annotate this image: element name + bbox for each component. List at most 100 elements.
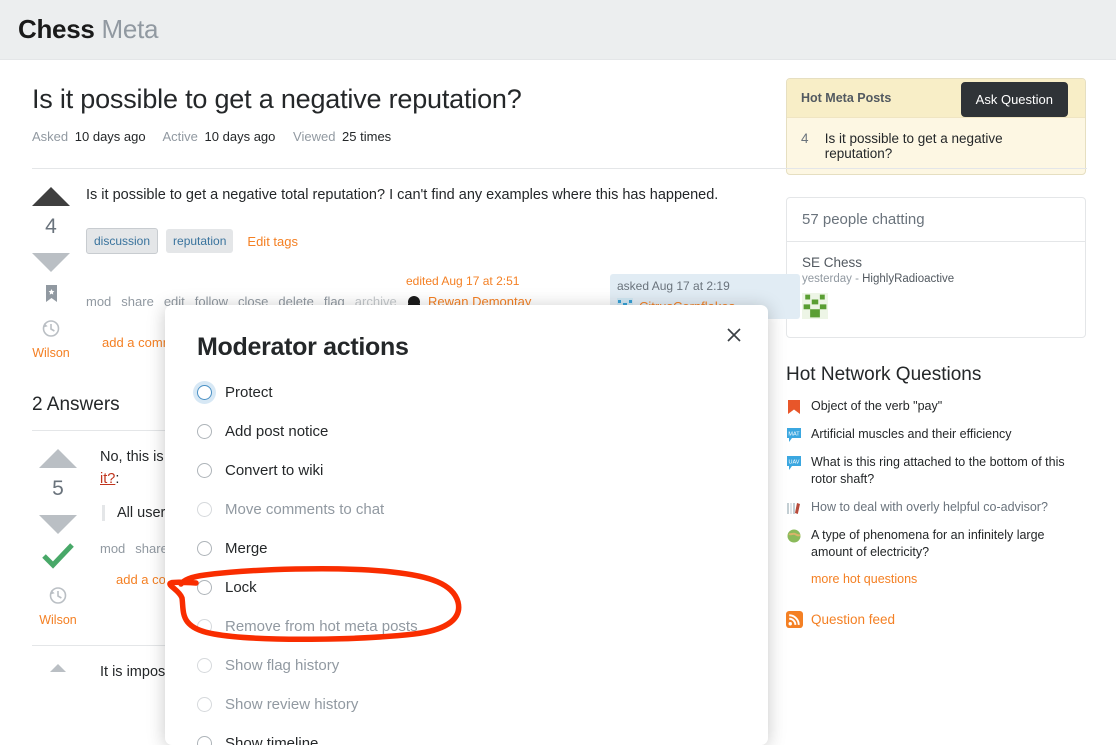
radio-icon [197, 619, 212, 634]
svg-text:MAT: MAT [788, 432, 800, 438]
close-icon[interactable] [726, 327, 748, 349]
chat-room-name[interactable]: SE Chess [802, 255, 1070, 270]
rss-icon [786, 610, 803, 628]
mod-option-label: Protect [225, 384, 273, 401]
mod-option-merge[interactable]: Merge [197, 540, 738, 557]
radio-icon[interactable] [197, 736, 212, 745]
downvote-arrow-icon[interactable] [32, 253, 70, 273]
stat-active-label: Active [162, 129, 198, 145]
chat-ago: yesterday [802, 273, 852, 285]
site-logo[interactable]: Chess Meta [18, 14, 158, 45]
radio-icon[interactable] [197, 424, 212, 439]
books-site-icon [787, 502, 800, 514]
hot-network-question-link[interactable]: A type of phenomena for an infinitely la… [811, 527, 1086, 561]
mod-option-convert-to-wiki[interactable]: Convert to wiki [197, 462, 738, 479]
stat-viewed-value: 25 times [342, 129, 392, 145]
mod-option-label: Show timeline [225, 735, 319, 745]
history-icon[interactable] [32, 585, 84, 610]
action-mod[interactable]: mod [86, 294, 111, 319]
hot-network-question-item[interactable]: MAT Artificial muscles and their efficie… [786, 426, 1086, 443]
mod-option-move-comments-to-chat: Move comments to chat [197, 501, 738, 518]
radio-icon[interactable] [197, 385, 212, 400]
mod-option-show-timeline[interactable]: Show timeline [197, 735, 738, 745]
mod-option-label: Remove from hot meta posts [225, 618, 418, 635]
answer-action-mod[interactable]: mod [100, 541, 125, 556]
dialog-title: Moderator actions [197, 333, 409, 361]
chat-box-body: SE Chess yesterday - HighlyRadioactive [787, 242, 1085, 337]
accepted-answer-check-icon[interactable] [32, 542, 84, 575]
answer-action-share[interactable]: share [135, 541, 168, 556]
mod-option-add-post-notice[interactable]: Add post notice [197, 423, 738, 440]
mod-option-label: Convert to wiki [225, 462, 324, 479]
stat-asked: Asked 10 days ago [32, 129, 146, 144]
answer-vote-score: 5 [52, 477, 64, 501]
edit-tags-link[interactable]: Edit tags [247, 234, 298, 249]
asked-when[interactable]: asked Aug 17 at 2:19 [617, 279, 793, 293]
hot-network-question-item[interactable]: UAV What is this ring attached to the bo… [786, 454, 1086, 488]
chat-separator: - [855, 273, 859, 285]
mod-option-label: Show flag history [225, 657, 340, 674]
hot-meta-post-item[interactable]: 4 Is it possible to get a negative reput… [787, 117, 1085, 174]
stat-active-value: 10 days ago [204, 129, 276, 145]
mod-option-label: Lock [225, 579, 257, 596]
hot-meta-post-link[interactable]: Is it possible to get a negative reputat… [825, 131, 1071, 161]
radio-icon[interactable] [197, 463, 212, 478]
question-owner-badge[interactable]: Wilson [32, 346, 70, 360]
site-name: Chess [18, 14, 95, 44]
stat-asked-value: 10 days ago [74, 129, 146, 145]
hot-network-question-link[interactable]: What is this ring attached to the bottom… [811, 454, 1086, 488]
stat-active: Active 10 days ago [163, 129, 276, 144]
site-header: Chess Meta [0, 0, 1116, 60]
mod-option-label: Show review history [225, 696, 359, 713]
page-title: Is it possible to get a negative reputat… [32, 84, 522, 114]
upvote-arrow-icon[interactable] [50, 664, 66, 673]
chat-user-avatar [802, 293, 828, 319]
uav-site-icon: UAV [787, 456, 801, 470]
edited-when[interactable]: edited Aug 17 at 2:51 [406, 274, 596, 288]
upvote-arrow-icon[interactable] [39, 449, 77, 469]
svg-text:UAV: UAV [789, 460, 800, 466]
chat-box: 57 people chatting SE Chess yesterday - … [786, 197, 1086, 338]
chat-user[interactable]: HighlyRadioactive [862, 273, 954, 285]
hot-network-question-item[interactable]: How to deal with overly helpful co-advis… [786, 499, 1086, 516]
radio-icon[interactable] [197, 580, 212, 595]
hot-network-question-link[interactable]: How to deal with overly helpful co-advis… [811, 499, 1048, 516]
mod-option-remove-from-hot-meta-posts: Remove from hot meta posts [197, 618, 738, 635]
vote-score: 4 [45, 215, 57, 239]
stat-viewed-label: Viewed [293, 129, 336, 145]
radio-icon[interactable] [197, 541, 212, 556]
radio-icon [197, 697, 212, 712]
mod-option-lock[interactable]: Lock [197, 579, 738, 596]
question-feed[interactable]: Question feed [786, 610, 1086, 628]
question-body-text: Is it possible to get a negative total r… [86, 187, 719, 204]
question-tags: discussion reputation Edit tags [86, 228, 800, 255]
hot-network-question-link[interactable]: Artificial muscles and their efficiency [811, 426, 1012, 443]
question-vote-cell: 4 Wilson [32, 185, 70, 360]
downvote-arrow-icon[interactable] [39, 515, 77, 535]
upvote-arrow-icon[interactable] [32, 187, 70, 207]
ask-question-button[interactable]: Ask Question [960, 82, 1068, 117]
action-share[interactable]: share [121, 294, 154, 319]
tag-discussion[interactable]: discussion [86, 228, 159, 255]
bookmark-site-icon [788, 400, 800, 414]
answer-owner-badge[interactable]: Wilson [32, 613, 84, 627]
site-subname: Meta [101, 14, 159, 44]
answer-inline-link[interactable]: it? [100, 471, 115, 487]
hot-network-question-item[interactable]: A type of phenomena for an infinitely la… [786, 527, 1086, 561]
hot-network-question-link[interactable]: Object of the verb "pay" [811, 398, 942, 415]
hot-network-question-item[interactable]: Object of the verb "pay" [786, 398, 1086, 415]
history-icon[interactable] [32, 318, 70, 343]
mod-option-show-review-history: Show review history [197, 696, 738, 713]
mod-option-protect[interactable]: Protect [197, 384, 738, 401]
mod-option-show-flag-history: Show flag history [197, 657, 738, 674]
question-feed-label: Question feed [811, 611, 896, 627]
header-divider [32, 168, 1087, 170]
more-hot-questions-link[interactable]: more hot questions [811, 572, 1086, 586]
bookmark-icon[interactable] [32, 285, 70, 308]
tag-reputation[interactable]: reputation [166, 229, 234, 254]
radio-icon [197, 658, 212, 673]
mod-option-label: Add post notice [225, 423, 329, 440]
chat-box-header: 57 people chatting [787, 198, 1085, 242]
answer-vote-cell: 5 Wilson [32, 447, 84, 627]
question-stats: Asked 10 days ago Active 10 days ago Vie… [32, 129, 752, 144]
